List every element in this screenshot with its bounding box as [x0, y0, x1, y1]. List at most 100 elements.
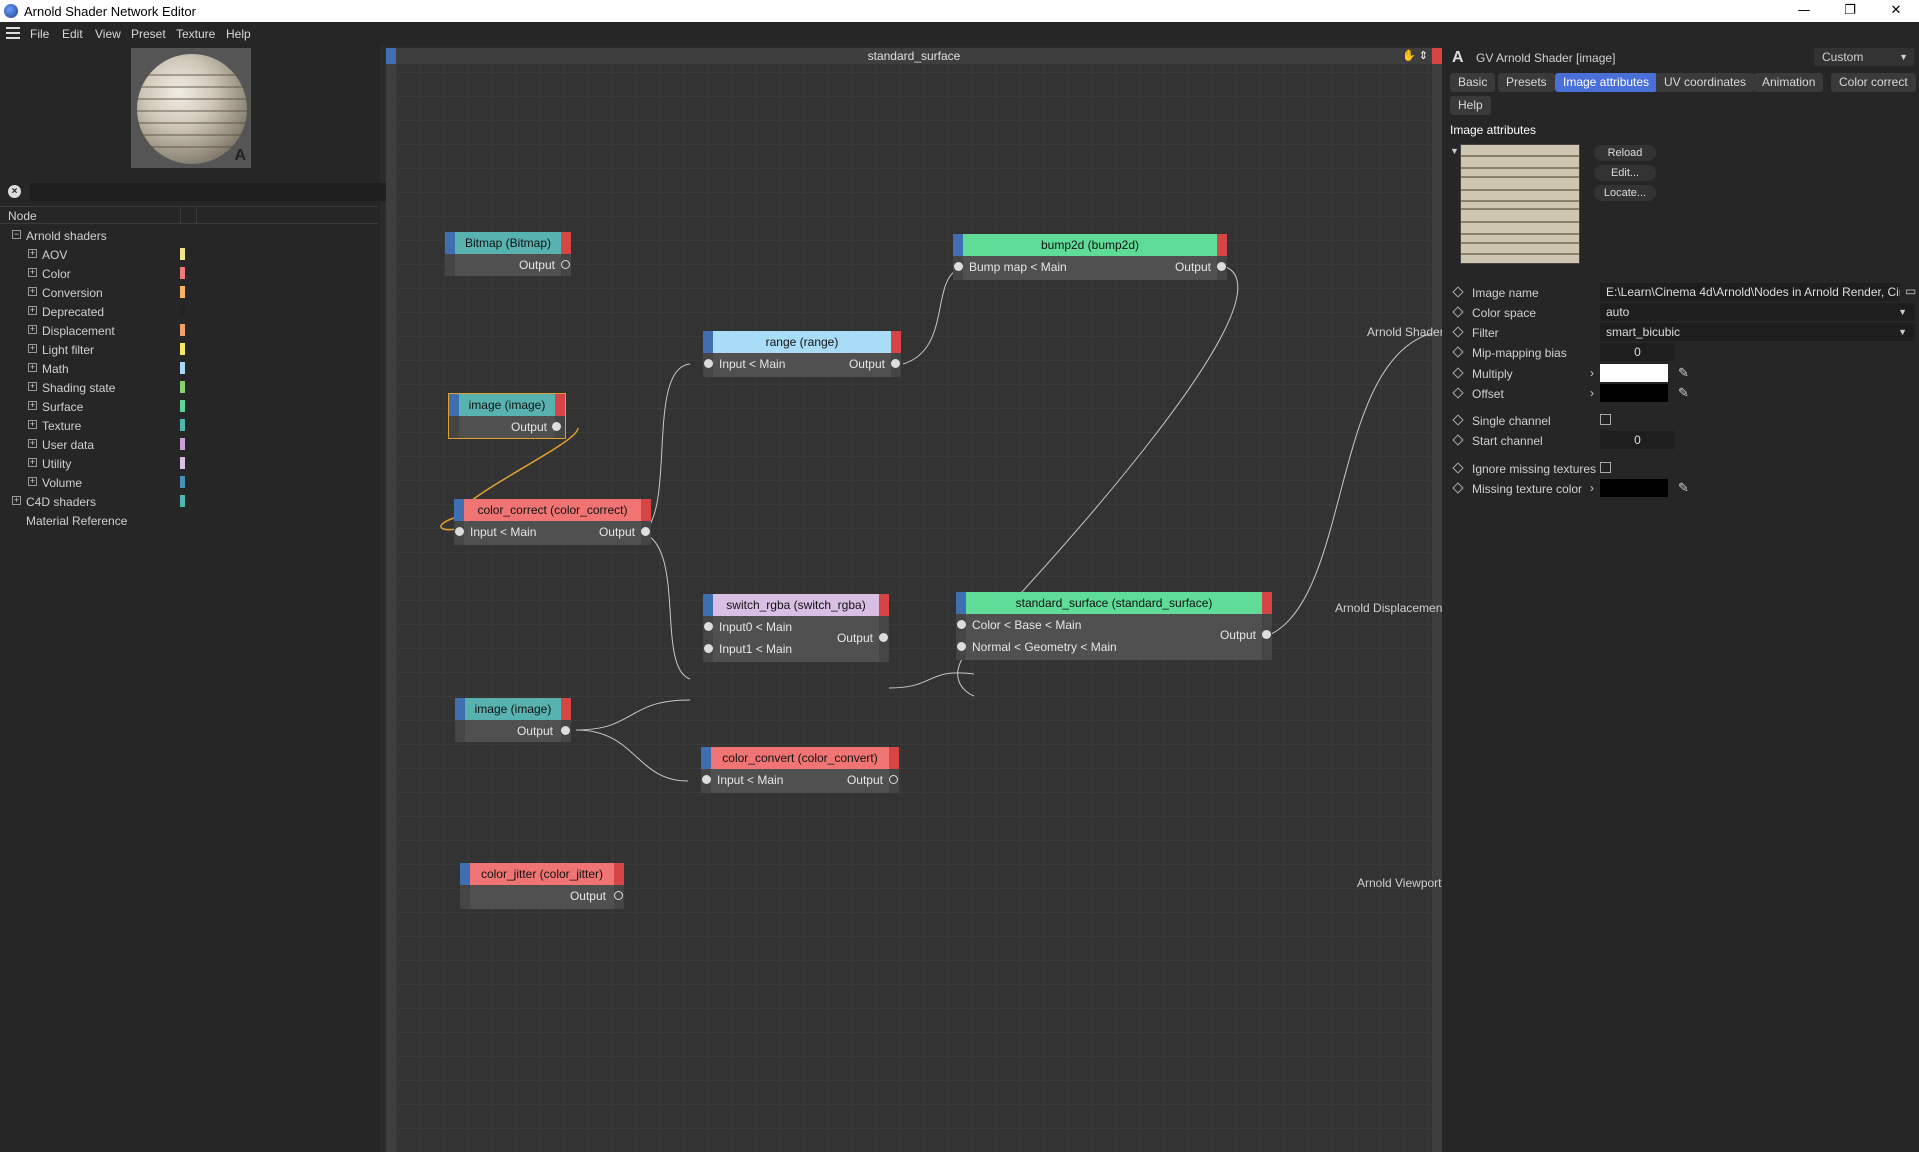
node-color-jitter[interactable]: color_jitter (color_jitter) Output: [460, 863, 624, 909]
menu-help[interactable]: Help: [226, 27, 251, 41]
input-port-icon[interactable]: [704, 359, 713, 368]
output-port-icon[interactable]: [552, 422, 561, 431]
tree-item[interactable]: + Conversion: [0, 283, 378, 302]
tree-item[interactable]: + Utility: [0, 454, 378, 473]
close-button[interactable]: ✕: [1873, 2, 1919, 20]
keyframe-icon[interactable]: [1452, 434, 1464, 446]
tree-item[interactable]: + Shading state: [0, 378, 378, 397]
image-name-field[interactable]: E:\Learn\Cinema 4d\Arnold\Nodes in Arnol…: [1600, 283, 1900, 301]
reload-button[interactable]: Reload: [1594, 145, 1656, 161]
hamburger-menu-icon[interactable]: [6, 27, 20, 41]
menu-edit[interactable]: Edit: [62, 27, 83, 41]
keyframe-icon[interactable]: [1452, 346, 1464, 358]
eyedropper-icon[interactable]: ✎: [1678, 385, 1689, 401]
tree-item[interactable]: + Light filter: [0, 340, 378, 359]
expand-toggle-icon[interactable]: +: [28, 420, 37, 429]
menu-file[interactable]: File: [30, 27, 49, 41]
node-image-2[interactable]: image (image) Output: [455, 698, 571, 742]
expand-toggle-icon[interactable]: +: [28, 325, 37, 334]
color-space-dropdown[interactable]: auto ▼: [1600, 303, 1915, 321]
keyframe-icon[interactable]: [1452, 387, 1464, 399]
node-bump2d[interactable]: bump2d (bump2d) Bump map < Main Output: [953, 234, 1227, 280]
keyframe-icon[interactable]: [1452, 286, 1464, 298]
input-port-icon[interactable]: [957, 642, 966, 651]
keyframe-icon[interactable]: [1452, 306, 1464, 318]
mode-dropdown[interactable]: Custom ▼: [1814, 48, 1914, 66]
clear-search-icon[interactable]: ×: [8, 185, 21, 198]
expand-toggle-icon[interactable]: +: [28, 401, 37, 410]
expand-chevron-icon[interactable]: ›: [1590, 366, 1594, 380]
edit-button[interactable]: Edit...: [1594, 165, 1656, 181]
tree-item[interactable]: + C4D shaders: [0, 492, 378, 511]
expand-toggle-icon[interactable]: +: [28, 344, 37, 353]
output-port-icon[interactable]: [614, 891, 623, 900]
tree-item[interactable]: Material Reference: [0, 511, 378, 530]
tab-uv-coordinates[interactable]: UV coordinates: [1656, 73, 1755, 92]
tree-item[interactable]: + AOV: [0, 245, 378, 264]
node-standard-surface[interactable]: standard_surface (standard_surface) Colo…: [956, 592, 1272, 660]
tab-help[interactable]: Help: [1450, 96, 1491, 115]
tab-color-correct[interactable]: Color correct: [1831, 73, 1916, 92]
node-image-header[interactable]: image (image): [449, 394, 565, 416]
eyedropper-icon[interactable]: ✎: [1678, 365, 1689, 381]
node-switch-rgba[interactable]: switch_rgba (switch_rgba) Input0 < Main …: [703, 594, 889, 662]
node-range-header[interactable]: range (range): [703, 331, 901, 353]
expand-toggle-icon[interactable]: +: [28, 363, 37, 372]
node-image-selected[interactable]: image (image) Output: [448, 393, 566, 439]
node-standard-surface-header[interactable]: standard_surface (standard_surface): [956, 592, 1272, 614]
ignore-missing-checkbox[interactable]: [1600, 462, 1611, 473]
tree-item[interactable]: + Deprecated: [0, 302, 378, 321]
output-port-icon[interactable]: [889, 775, 898, 784]
node-bitmap-header[interactable]: Bitmap (Bitmap): [445, 232, 571, 254]
node-color-convert-header[interactable]: color_convert (color_convert): [701, 747, 899, 769]
expand-toggle-icon[interactable]: +: [28, 249, 37, 258]
expand-toggle-icon[interactable]: +: [28, 439, 37, 448]
missing-color-swatch[interactable]: [1600, 479, 1668, 497]
collapse-chevron-icon[interactable]: ▼: [1450, 146, 1459, 156]
tree-item[interactable]: + Math: [0, 359, 378, 378]
input-port-icon[interactable]: [954, 262, 963, 271]
expand-toggle-icon[interactable]: +: [12, 496, 21, 505]
restore-button[interactable]: ❐: [1827, 2, 1873, 20]
menu-view[interactable]: View: [95, 27, 121, 41]
input-port-icon[interactable]: [455, 527, 464, 536]
output-port-icon[interactable]: [641, 527, 650, 536]
keyframe-icon[interactable]: [1452, 482, 1464, 494]
expand-toggle-icon[interactable]: +: [28, 268, 37, 277]
expand-toggle-icon[interactable]: +: [28, 306, 37, 315]
expand-toggle-icon[interactable]: +: [28, 287, 37, 296]
output-port-icon[interactable]: [1217, 262, 1226, 271]
tree-item[interactable]: + User data: [0, 435, 378, 454]
output-port-icon[interactable]: [891, 359, 900, 368]
menu-preset[interactable]: Preset: [131, 27, 166, 41]
single-channel-checkbox[interactable]: [1600, 414, 1611, 425]
node-search-input[interactable]: [30, 183, 386, 201]
tab-presets[interactable]: Presets: [1498, 73, 1555, 92]
tab-image-attributes[interactable]: Image attributes: [1555, 73, 1658, 92]
tab-animation[interactable]: Animation: [1754, 73, 1824, 92]
tree-item[interactable]: − Arnold shaders: [0, 226, 378, 245]
keyframe-icon[interactable]: [1452, 462, 1464, 474]
node-bitmap[interactable]: Bitmap (Bitmap) Output: [445, 232, 571, 276]
mip-bias-input[interactable]: 0: [1600, 343, 1675, 361]
node-color-convert[interactable]: color_convert (color_convert) Input < Ma…: [701, 747, 899, 793]
start-channel-input[interactable]: 0: [1600, 431, 1675, 449]
node-graph-canvas[interactable]: standard_surface ✋ ⇕ Bitmap (Bitmap) Out…: [386, 48, 1471, 1152]
multiply-color-swatch[interactable]: [1600, 364, 1668, 382]
node-switch-rgba-header[interactable]: switch_rgba (switch_rgba): [703, 594, 889, 616]
node-color-correct[interactable]: color_correct (color_correct) Input < Ma…: [454, 499, 651, 545]
node-color-jitter-header[interactable]: color_jitter (color_jitter): [460, 863, 624, 885]
tree-item[interactable]: + Texture: [0, 416, 378, 435]
expand-toggle-icon[interactable]: −: [12, 230, 21, 239]
minimize-button[interactable]: —: [1781, 2, 1827, 20]
keyframe-icon[interactable]: [1452, 367, 1464, 379]
keyframe-icon[interactable]: [1452, 326, 1464, 338]
node-image-header[interactable]: image (image): [455, 698, 571, 720]
input-port-icon[interactable]: [702, 775, 711, 784]
tree-item[interactable]: + Surface: [0, 397, 378, 416]
node-color-correct-header[interactable]: color_correct (color_correct): [454, 499, 651, 521]
expand-chevron-icon[interactable]: ›: [1590, 481, 1594, 495]
node-bump2d-header[interactable]: bump2d (bump2d): [953, 234, 1227, 256]
tree-item[interactable]: + Volume: [0, 473, 378, 492]
expand-toggle-icon[interactable]: +: [28, 382, 37, 391]
